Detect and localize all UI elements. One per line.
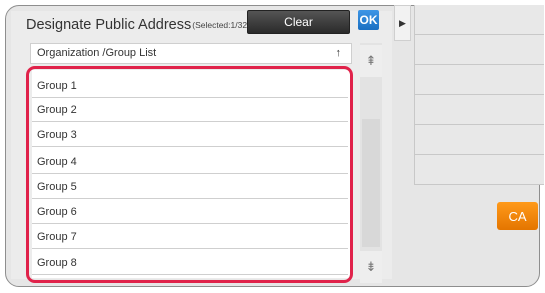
- scroll-up-icon[interactable]: ⇞: [360, 45, 382, 77]
- side-row: [414, 125, 544, 155]
- list-item-group-4[interactable]: Group 4: [32, 150, 348, 174]
- ca-button[interactable]: CA: [497, 202, 538, 230]
- list-item-group-6[interactable]: Group 6: [32, 200, 348, 224]
- side-row: [414, 35, 544, 65]
- sort-arrow-icon[interactable]: ↑: [336, 44, 342, 63]
- scroll-down-icon[interactable]: ⇟: [360, 251, 382, 283]
- list-item-group-2[interactable]: Group 2: [32, 98, 348, 122]
- list-item-group-1[interactable]: Group 1: [32, 74, 348, 98]
- ok-button[interactable]: OK: [358, 10, 379, 30]
- list-item-group-3[interactable]: Group 3: [32, 123, 348, 147]
- clear-button[interactable]: Clear: [247, 10, 350, 34]
- list-item-group-5[interactable]: Group 5: [32, 175, 348, 199]
- selected-count: (Selected:1/32): [192, 20, 250, 30]
- list-scrollbar[interactable]: ⇞ ⇟: [360, 43, 382, 283]
- side-row: [414, 155, 544, 185]
- page-title: Designate Public Address(Selected:1/32): [26, 17, 250, 33]
- list-header[interactable]: Organization /Group List ↑: [30, 43, 352, 64]
- list-item-group-8[interactable]: Group 8: [32, 251, 348, 275]
- collapse-panel-icon[interactable]: ▶: [394, 5, 411, 41]
- side-row: [414, 65, 544, 95]
- side-row: [414, 5, 544, 35]
- list-header-label: Organization /Group List: [37, 47, 157, 59]
- title-text: Designate Public Address: [26, 17, 192, 33]
- list-item-group-7[interactable]: Group 7: [32, 225, 348, 249]
- scroll-thumb[interactable]: [362, 119, 380, 247]
- side-row: [414, 95, 544, 125]
- group-list: Group 1 Group 2 Group 3 Group 4 Group 5 …: [32, 70, 352, 278]
